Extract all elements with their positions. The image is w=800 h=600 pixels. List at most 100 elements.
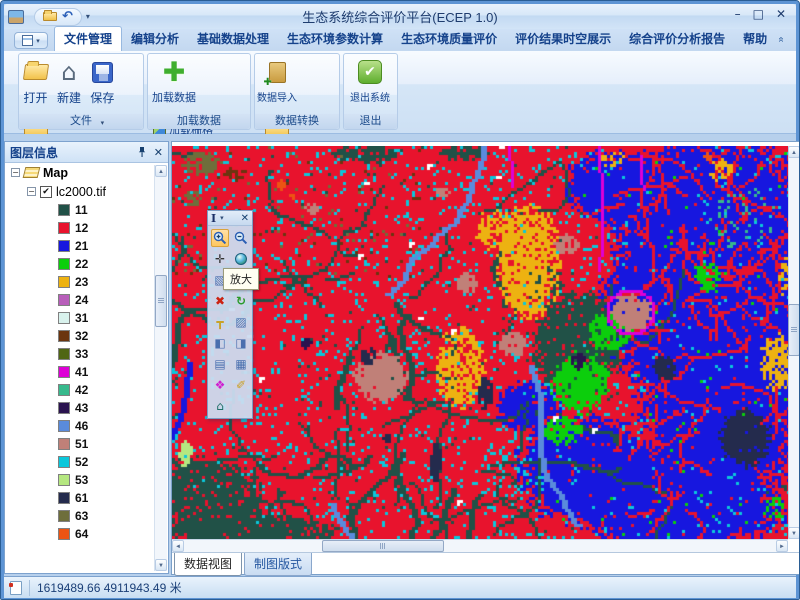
- legend-item[interactable]: 64: [5, 525, 168, 543]
- legend-value: 31: [75, 311, 88, 325]
- tree-node-map[interactable]: − Map: [5, 163, 168, 182]
- legend-item[interactable]: 32: [5, 327, 168, 345]
- tool-viewer-window[interactable]: ▤: [211, 355, 229, 373]
- tab-file-management[interactable]: 文件管理: [54, 26, 122, 51]
- chevron-down-icon[interactable]: ▾: [220, 214, 224, 222]
- scroll-up-icon[interactable]: ▲: [155, 165, 167, 177]
- tool-clear-selection[interactable]: ✖: [211, 292, 229, 310]
- legend-swatch: [58, 492, 70, 504]
- tab-eco-parameter-calc[interactable]: 生态环境参数计算: [278, 27, 392, 51]
- viewer-window-icon: ▤: [214, 358, 225, 370]
- tab-layout-view[interactable]: 制图版式: [244, 553, 312, 576]
- legend-item[interactable]: 46: [5, 417, 168, 435]
- scroll-down-icon[interactable]: ▼: [788, 527, 800, 539]
- tab-result-spatiotemporal[interactable]: 评价结果时空展示: [506, 27, 620, 51]
- new-button[interactable]: ⌂ 新建: [54, 56, 83, 114]
- tool-pan[interactable]: ✛: [211, 250, 229, 268]
- legend-item[interactable]: 41: [5, 363, 168, 381]
- layer-checkbox[interactable]: ✔: [40, 186, 52, 198]
- tool-zoom-out[interactable]: [232, 229, 250, 247]
- tool-next-extent[interactable]: ◨: [232, 334, 250, 352]
- app-window: ↶ ▾ 生态系统综合评价平台(ECEP 1.0) – □ ✕ ▾ 文件管理 编辑…: [0, 0, 800, 600]
- scrollbar-thumb[interactable]: [322, 540, 444, 552]
- legend-item[interactable]: 52: [5, 453, 168, 471]
- toolbar-title-bar[interactable]: I ▾ ✕: [208, 211, 252, 226]
- application-menu-button[interactable]: ▾: [14, 32, 48, 49]
- scroll-up-icon[interactable]: ▲: [788, 146, 800, 158]
- pin-icon[interactable]: [137, 146, 147, 158]
- legend-swatch: [58, 348, 70, 360]
- scroll-down-icon[interactable]: ▼: [155, 559, 167, 571]
- identify-house-icon: ⌂: [216, 400, 224, 412]
- tool-full-extent[interactable]: [232, 250, 250, 268]
- tool-refresh-view[interactable]: ↻: [232, 292, 250, 310]
- exit-system-button[interactable]: ✔ 退出系统: [346, 56, 394, 114]
- legend-swatch: [58, 420, 70, 432]
- tab-data-view[interactable]: 数据视图: [174, 553, 242, 576]
- tree-node-layer[interactable]: − ✔ lc2000.tif: [5, 182, 168, 201]
- expander-icon[interactable]: −: [11, 168, 20, 177]
- legend-item[interactable]: 63: [5, 507, 168, 525]
- collapse-ribbon-icon[interactable]: «: [776, 37, 787, 43]
- layer-panel-scrollbar[interactable]: ▲ ▼: [154, 165, 167, 571]
- legend-item[interactable]: 24: [5, 291, 168, 309]
- save-dropdown-icon[interactable]: ▾: [101, 119, 105, 127]
- tab-basic-data-processing[interactable]: 基础数据处理: [188, 27, 278, 51]
- panel-close-icon[interactable]: ✕: [154, 147, 163, 158]
- select-features-icon: ▨: [235, 316, 246, 328]
- tool-previous-extent[interactable]: ◧: [211, 334, 229, 352]
- minimize-button[interactable]: –: [735, 8, 741, 20]
- legend-value: 41: [75, 365, 88, 379]
- legend-item[interactable]: 61: [5, 489, 168, 507]
- legend-item[interactable]: 22: [5, 255, 168, 273]
- legend-item[interactable]: 33: [5, 345, 168, 363]
- tool-identify[interactable]: ⌂: [211, 397, 229, 415]
- map-vertical-scrollbar[interactable]: ▲ ▼: [788, 146, 800, 539]
- legend-item[interactable]: 51: [5, 435, 168, 453]
- load-data-button[interactable]: ✚ 加载数据: [150, 56, 198, 114]
- legend-item[interactable]: 23: [5, 273, 168, 291]
- layer-name-label: lc2000.tif: [56, 185, 106, 199]
- legend-item[interactable]: 42: [5, 381, 168, 399]
- title-bar: ↶ ▾ 生态系统综合评价平台(ECEP 1.0) – □ ✕: [4, 4, 796, 29]
- layer-tree: − Map − ✔ lc2000.tif 11 12 21 22 23 24 3…: [5, 163, 168, 573]
- open-button[interactable]: 打开: [21, 56, 50, 114]
- ribbon: 打开 ⌂ 新建 保存 ▾ ↪ 关闭 文件: [4, 51, 796, 134]
- tab-eco-quality-eval[interactable]: 生态环境质量评价: [392, 27, 506, 51]
- scrollbar-thumb[interactable]: [155, 275, 167, 327]
- tool-layer-symbols[interactable]: ❖: [211, 376, 229, 394]
- legend-item[interactable]: 31: [5, 309, 168, 327]
- scrollbar-thumb[interactable]: [788, 304, 800, 356]
- save-button[interactable]: 保存 ▾: [88, 56, 117, 114]
- legend-item[interactable]: 12: [5, 219, 168, 237]
- tool-select-rectangle[interactable]: ▦: [232, 355, 250, 373]
- tool-zoom-in[interactable]: [211, 229, 229, 247]
- toolbar-close-icon[interactable]: ✕: [241, 213, 249, 224]
- legend-swatch: [58, 366, 70, 378]
- tool-measure[interactable]: ┳: [211, 313, 229, 331]
- close-button[interactable]: ✕: [776, 8, 786, 20]
- legend-swatch: [58, 510, 70, 522]
- expander-icon[interactable]: −: [27, 187, 36, 196]
- scroll-left-icon[interactable]: ◄: [172, 540, 184, 552]
- scroll-right-icon[interactable]: ►: [776, 540, 788, 552]
- maximize-button[interactable]: □: [753, 8, 764, 20]
- tab-comprehensive-report[interactable]: 综合评价分析报告: [620, 27, 734, 51]
- legend-value: 43: [75, 401, 88, 415]
- legend-value: 61: [75, 491, 88, 505]
- legend-swatch: [58, 384, 70, 396]
- map-raster-canvas[interactable]: [172, 146, 788, 539]
- legend-swatch: [58, 276, 70, 288]
- map-horizontal-scrollbar[interactable]: ◄ ►: [172, 539, 788, 552]
- legend-item[interactable]: 53: [5, 471, 168, 489]
- tab-help[interactable]: 帮助: [734, 27, 776, 51]
- legend-item[interactable]: 11: [5, 201, 168, 219]
- tool-select-features[interactable]: ▨: [232, 313, 250, 331]
- tool-sketch-brush[interactable]: ✐: [232, 376, 250, 394]
- legend-item[interactable]: 21: [5, 237, 168, 255]
- legend-item[interactable]: 43: [5, 399, 168, 417]
- previous-extent-icon: ◧: [214, 337, 225, 349]
- data-import-button[interactable]: ✚ 数据导入: [257, 56, 297, 114]
- tab-edit-analysis[interactable]: 编辑分析: [122, 27, 188, 51]
- layer-panel: 图层信息 ✕ − Map − ✔ lc200: [4, 141, 169, 574]
